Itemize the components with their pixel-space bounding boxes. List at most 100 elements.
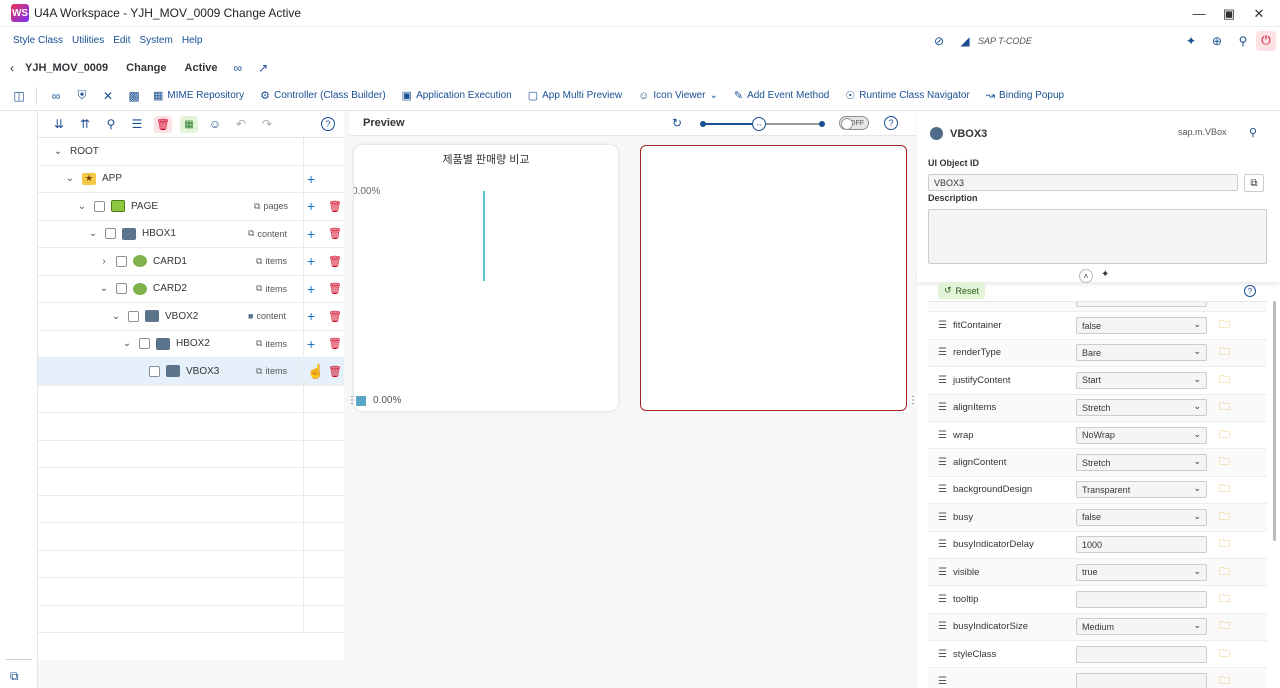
- resize-handle-icon[interactable]: ⋮: [347, 395, 357, 406]
- add-child-icon[interactable]: +: [307, 336, 315, 352]
- chevron-down-icon[interactable]: ⌄: [64, 173, 76, 184]
- chevron-down-icon[interactable]: ⌄: [110, 311, 122, 322]
- property-select[interactable]: Transparent ⌄: [1076, 481, 1207, 499]
- tree-icon[interactable]: ☰: [124, 117, 150, 131]
- help-icon[interactable]: ?: [884, 116, 898, 130]
- delete-icon[interactable]: 🗑: [154, 115, 172, 133]
- folder-icon[interactable]: 🗀: [1219, 645, 1230, 664]
- zoom-slider[interactable]: ↔: [700, 117, 825, 131]
- add-child-icon[interactable]: +: [307, 308, 315, 324]
- property-select[interactable]: Stretch ⌄: [1076, 454, 1207, 472]
- property-binding-icon[interactable]: ☰: [938, 567, 952, 578]
- delete-row-icon[interactable]: 🗑: [328, 310, 342, 323]
- redo-icon[interactable]: ↷: [254, 117, 280, 131]
- tree-row-app[interactable]: ⌄ ★ APP +: [38, 165, 344, 193]
- eraser-icon[interactable]: ◢: [952, 34, 978, 48]
- pin-icon[interactable]: ✦: [1178, 34, 1204, 48]
- property-select[interactable]: false ⌄: [1076, 508, 1207, 526]
- maximize-icon[interactable]: ▣: [1214, 6, 1244, 22]
- tools-icon[interactable]: ✕: [95, 89, 121, 103]
- add-child-icon[interactable]: +: [307, 171, 315, 187]
- description-textarea[interactable]: [928, 209, 1267, 264]
- delete-row-icon[interactable]: 🗑: [328, 282, 342, 295]
- folder-icon[interactable]: 🗀: [1219, 617, 1230, 636]
- application-execution-button[interactable]: ▣ Application Execution: [402, 89, 512, 102]
- row-checkbox[interactable]: [105, 228, 116, 240]
- save-icon[interactable]: ▩: [121, 89, 147, 103]
- row-checkbox[interactable]: [149, 365, 160, 377]
- property-select[interactable]: Column ⌄: [1076, 302, 1207, 307]
- network-icon[interactable]: ⚲: [1249, 126, 1257, 139]
- folder-icon[interactable]: 🗀: [1219, 316, 1230, 335]
- folder-icon[interactable]: 🗀: [1219, 453, 1230, 472]
- row-checkbox[interactable]: [116, 255, 127, 267]
- icon-viewer-button[interactable]: ☺ Icon Viewer ⌄: [638, 90, 718, 102]
- tree-row-card2[interactable]: ⌄ CARD2 ⧉ items + 🗑: [38, 275, 344, 303]
- zoom-in-icon[interactable]: ⊕: [1204, 34, 1230, 48]
- folder-icon[interactable]: 🗀: [1219, 535, 1230, 554]
- collapse-all-icon[interactable]: ⇈: [72, 117, 98, 131]
- property-binding-icon[interactable]: ☰: [938, 621, 952, 632]
- collapse-icon[interactable]: ˄: [1079, 269, 1093, 283]
- search-icon[interactable]: ⚲: [1230, 34, 1256, 48]
- help-icon[interactable]: ?: [321, 117, 335, 131]
- tree-row-hbox2[interactable]: ⌄ HBOX2 ⧉ items + 🗑: [38, 330, 344, 358]
- row-checkbox[interactable]: [139, 338, 150, 350]
- reset-button[interactable]: ↺ Reset: [938, 282, 986, 299]
- property-binding-icon[interactable]: ☰: [938, 676, 952, 687]
- runtime-class-navigator-button[interactable]: ☉ Runtime Class Navigator: [845, 89, 969, 102]
- menu-edit[interactable]: Edit: [113, 35, 130, 46]
- property-select[interactable]: NoWrap ⌄: [1076, 426, 1207, 444]
- help-icon[interactable]: ?: [1244, 285, 1256, 297]
- copy-icon[interactable]: ⧉: [1244, 174, 1264, 192]
- folder-icon[interactable]: 🗀: [1219, 590, 1230, 609]
- row-checkbox[interactable]: [116, 283, 127, 295]
- property-binding-icon[interactable]: ☰: [938, 402, 952, 413]
- tcode-input[interactable]: SAP T-CODE: [978, 36, 1128, 46]
- menu-style-class[interactable]: Style Class: [13, 35, 63, 46]
- add-child-icon[interactable]: +: [307, 198, 315, 214]
- chevron-down-icon[interactable]: ⌄: [87, 228, 99, 239]
- delete-row-icon[interactable]: 🗑: [328, 227, 342, 240]
- property-select[interactable]: Medium ⌄: [1076, 618, 1207, 636]
- user-icon[interactable]: ☺: [202, 117, 228, 131]
- menu-system[interactable]: System: [139, 35, 172, 46]
- property-binding-icon[interactable]: ☰: [938, 484, 952, 495]
- row-checkbox[interactable]: [128, 310, 139, 322]
- delete-row-icon[interactable]: 🗑: [328, 365, 342, 378]
- folder-icon[interactable]: 🗀: [1219, 302, 1230, 308]
- power-icon[interactable]: ⏻: [1256, 30, 1276, 51]
- shield-icon[interactable]: ⛨: [69, 88, 95, 103]
- folder-icon[interactable]: 🗀: [1219, 563, 1230, 582]
- preview-card1[interactable]: 제품별 판매량 비교 0.00% 0.00%: [354, 145, 618, 411]
- close-icon[interactable]: ✕: [1244, 6, 1274, 22]
- binding-popup-button[interactable]: ↝ Binding Popup: [986, 89, 1064, 102]
- property-binding-icon[interactable]: ☰: [938, 320, 952, 331]
- chevron-down-icon[interactable]: ⌄: [121, 338, 133, 349]
- app-multi-preview-button[interactable]: ▢ App Multi Preview: [528, 89, 622, 102]
- tree-row-page[interactable]: ⌄ PAGE ⧉ pages + 🗑: [38, 193, 344, 221]
- folder-icon[interactable]: 🗀: [1219, 672, 1230, 688]
- mime-repository-button[interactable]: ▦ MIME Repository: [153, 89, 244, 102]
- chevron-down-icon[interactable]: ⌄: [76, 201, 88, 212]
- property-select[interactable]: true ⌄: [1076, 563, 1207, 581]
- hand-cursor-icon[interactable]: ☝: [307, 363, 324, 380]
- tree-row-hbox1[interactable]: ⌄ HBOX1 ⧉ content + 🗑: [38, 220, 344, 248]
- layout-icon[interactable]: ◫: [6, 89, 32, 103]
- binoculars-icon[interactable]: ∞: [234, 61, 243, 75]
- chevron-right-icon[interactable]: ›: [98, 256, 110, 267]
- delete-row-icon[interactable]: 🗑: [328, 337, 342, 350]
- expand-all-icon[interactable]: ⇊: [46, 117, 72, 131]
- preview-toggle[interactable]: OFF: [839, 116, 869, 130]
- menu-utilities[interactable]: Utilities: [72, 35, 104, 46]
- minimize-icon[interactable]: —: [1184, 6, 1214, 21]
- glasses-icon[interactable]: ∞: [43, 89, 69, 103]
- property-binding-icon[interactable]: ☰: [938, 594, 952, 605]
- property-select[interactable]: Stretch ⌄: [1076, 399, 1207, 417]
- add-child-icon[interactable]: +: [307, 226, 315, 242]
- undo-icon[interactable]: ↶: [228, 117, 254, 131]
- add-screen-icon[interactable]: ▦: [180, 115, 198, 133]
- folder-icon[interactable]: 🗀: [1219, 426, 1230, 445]
- add-child-icon[interactable]: +: [307, 253, 315, 269]
- controller-button[interactable]: ⚙ Controller (Class Builder): [260, 89, 386, 102]
